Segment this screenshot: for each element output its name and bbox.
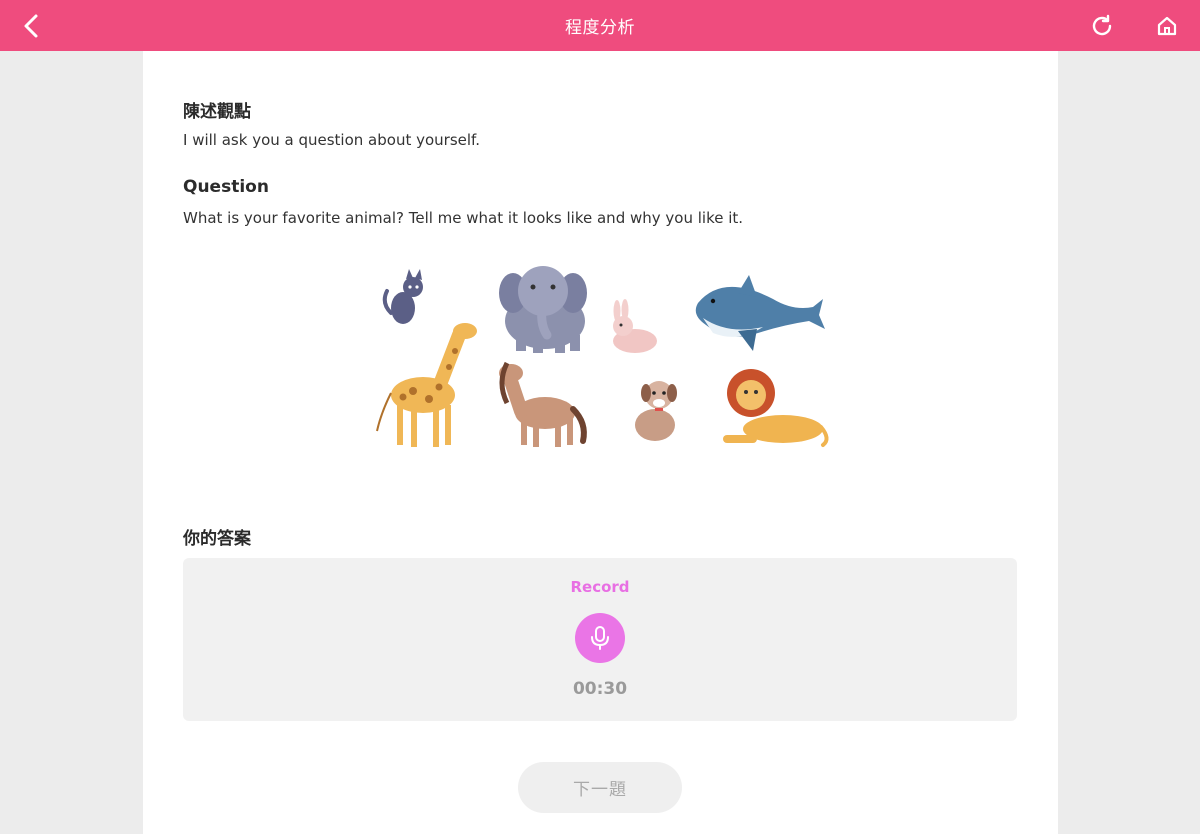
giraffe-illustration <box>376 323 477 447</box>
record-timer: 00:30 <box>572 679 628 699</box>
rabbit-illustration <box>613 299 657 353</box>
horse-illustration <box>499 361 587 447</box>
prompt-heading: 陳述觀點 <box>183 102 251 122</box>
chevron-left-icon <box>24 14 38 38</box>
lion-illustration <box>723 369 829 447</box>
back-button[interactable] <box>14 8 50 44</box>
record-panel: Record 00:30 <box>183 558 1017 721</box>
refresh-icon <box>1092 14 1112 36</box>
answer-heading: 你的答案 <box>183 529 251 549</box>
question-text: What is your favorite animal? Tell me wh… <box>183 209 744 227</box>
record-label: Record <box>570 578 630 596</box>
question-heading: Question <box>183 177 269 197</box>
content-card: 陳述觀點 I will ask you a question about you… <box>143 51 1058 834</box>
prompt-text: I will ask you a question about yourself… <box>183 131 480 149</box>
dog-illustration <box>635 381 677 441</box>
shark-illustration <box>695 275 825 351</box>
home-button[interactable] <box>1149 8 1185 44</box>
record-button[interactable] <box>575 613 625 663</box>
refresh-button[interactable] <box>1084 8 1120 44</box>
page-title: 程度分析 <box>565 18 635 38</box>
animals-illustration <box>376 266 829 447</box>
top-bar: 程度分析 <box>0 0 1200 51</box>
microphone-icon <box>591 626 609 650</box>
home-icon <box>1157 16 1177 36</box>
elephant-illustration <box>499 266 587 353</box>
cat-illustration <box>382 269 423 324</box>
next-question-button[interactable]: 下一題 <box>518 762 682 813</box>
